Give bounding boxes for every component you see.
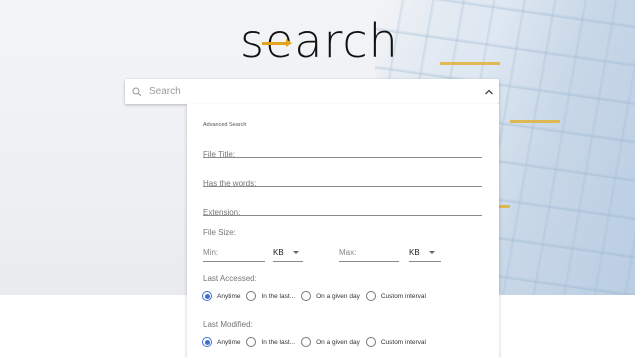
radio-empty-icon xyxy=(301,291,312,301)
radio-label: Custom interval xyxy=(380,292,426,300)
building-reflection-strip xyxy=(440,62,500,65)
radio-label: In the last... xyxy=(261,292,296,300)
radio-empty-icon xyxy=(246,337,257,347)
last-accessed-in-the-last-radio[interactable]: In the last... xyxy=(246,291,295,301)
radio-label: On a given day xyxy=(316,338,360,346)
min-unit-value: KB xyxy=(273,248,284,257)
radio-empty-icon xyxy=(365,291,376,301)
min-size-label: Min: xyxy=(203,248,219,257)
radio-selected-icon xyxy=(202,291,212,301)
last-modified-options: Anytime In the last... On a given day Cu… xyxy=(202,336,432,348)
max-unit-select[interactable]: KB xyxy=(409,248,441,262)
file-title-label: File Title: xyxy=(203,150,236,159)
max-size-field[interactable]: Max: xyxy=(339,248,399,262)
building-reflection-strip xyxy=(510,120,560,123)
max-size-label: Max: xyxy=(339,248,357,257)
last-accessed-on-given-day-radio[interactable]: On a given day xyxy=(301,291,360,301)
last-modified-on-given-day-radio[interactable]: On a given day xyxy=(301,337,360,347)
last-accessed-options: Anytime In the last... On a given day Cu… xyxy=(202,290,432,302)
page-title: search xyxy=(240,14,399,68)
radio-label: Custom interval xyxy=(380,338,426,346)
last-modified-label: Last Modified: xyxy=(203,320,253,329)
last-modified-custom-interval-radio[interactable]: Custom interval xyxy=(365,337,426,347)
last-modified-anytime-radio[interactable]: Anytime xyxy=(202,337,240,347)
radio-label: In the last... xyxy=(261,338,296,346)
radio-label: Anytime xyxy=(217,338,241,346)
title-accent-arrow-icon xyxy=(286,39,292,47)
advanced-search-heading: Advanced Search xyxy=(203,122,247,128)
search-icon xyxy=(125,87,149,97)
radio-empty-icon xyxy=(301,337,312,347)
title-accent-bar xyxy=(262,42,288,45)
min-unit-select[interactable]: KB xyxy=(273,248,303,262)
caret-down-icon xyxy=(428,251,435,254)
radio-label: On a given day xyxy=(316,292,360,300)
extension-label: Extension: xyxy=(203,208,241,217)
last-accessed-custom-interval-radio[interactable]: Custom interval xyxy=(365,291,426,301)
chevron-up-icon[interactable] xyxy=(479,88,499,96)
last-accessed-label: Last Accessed: xyxy=(203,274,257,283)
radio-empty-icon xyxy=(246,291,257,301)
last-accessed-anytime-radio[interactable]: Anytime xyxy=(202,291,240,301)
file-size-label: File Size: xyxy=(203,228,236,237)
radio-label: Anytime xyxy=(217,292,241,300)
caret-down-icon xyxy=(292,251,299,254)
file-title-field[interactable]: File Title: xyxy=(203,144,482,159)
extension-field[interactable]: Extension: xyxy=(203,202,482,217)
has-words-field[interactable]: Has the words: xyxy=(203,173,482,188)
has-words-label: Has the words: xyxy=(203,179,257,188)
search-input[interactable] xyxy=(149,86,479,97)
search-bar xyxy=(125,79,499,104)
advanced-search-panel: Advanced Search File Title: Has the word… xyxy=(187,104,499,358)
radio-empty-icon xyxy=(365,337,376,347)
radio-selected-icon xyxy=(202,337,212,347)
last-modified-in-the-last-radio[interactable]: In the last... xyxy=(246,337,295,347)
min-size-field[interactable]: Min: xyxy=(203,248,265,262)
max-unit-value: KB xyxy=(409,248,420,257)
